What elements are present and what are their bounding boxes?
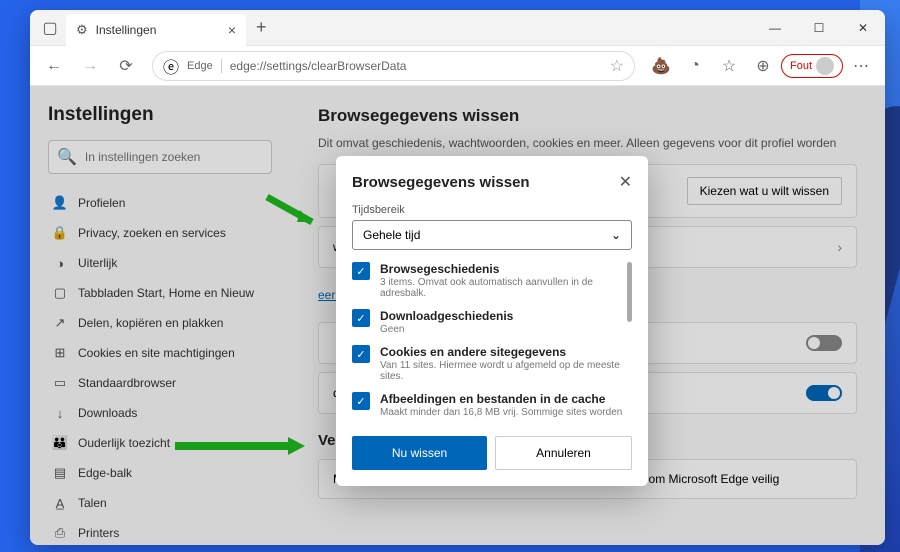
profile-label: Fout bbox=[790, 60, 812, 72]
checkbox-icon[interactable]: ✓ bbox=[352, 345, 370, 363]
check-browse-history[interactable]: ✓ Browsegeschiedenis3 items. Omvat ook a… bbox=[352, 262, 624, 299]
minimize-button[interactable]: — bbox=[753, 10, 797, 46]
time-range-select[interactable]: Gehele tijd ⌄ bbox=[352, 220, 632, 250]
reload-button[interactable]: ⟳ bbox=[110, 50, 142, 82]
check-cookies[interactable]: ✓ Cookies en andere sitegegevensVan 11 s… bbox=[352, 345, 624, 382]
chevron-down-icon: ⌄ bbox=[611, 228, 621, 242]
new-tab-button[interactable]: + bbox=[248, 17, 275, 38]
poop-icon[interactable]: 💩 bbox=[645, 50, 677, 82]
titlebar: ▢ ⚙ Instellingen × + — ☐ ✕ bbox=[30, 10, 885, 46]
back-button[interactable]: ← bbox=[38, 50, 70, 82]
check-cache[interactable]: ✓ Afbeeldingen en bestanden in de cacheM… bbox=[352, 392, 624, 418]
menu-button[interactable]: ⋯ bbox=[845, 50, 877, 82]
maximize-button[interactable]: ☐ bbox=[797, 10, 841, 46]
reader-icon[interactable]: ☆ bbox=[610, 56, 624, 76]
address-prefix: Edge bbox=[187, 60, 213, 72]
browser-tab[interactable]: ⚙ Instellingen × bbox=[66, 14, 246, 46]
collections-icon[interactable]: ⊕ bbox=[747, 50, 779, 82]
avatar-icon bbox=[816, 57, 834, 75]
edge-icon: ⓔ bbox=[163, 54, 179, 78]
address-bar[interactable]: ⓔ Edge edge://settings/clearBrowserData … bbox=[152, 51, 635, 81]
clear-data-dialog: Browsegegevens wissen ✕ Tijdsbereik Gehe… bbox=[336, 156, 648, 486]
extension-icon[interactable]: ◔ bbox=[679, 50, 711, 82]
range-value: Gehele tijd bbox=[363, 228, 420, 242]
profile-button[interactable]: Fout bbox=[781, 54, 843, 78]
browser-window: ▢ ⚙ Instellingen × + — ☐ ✕ ← → ⟳ ⓔ Edge … bbox=[30, 10, 885, 545]
clear-now-button[interactable]: Nu wissen bbox=[352, 436, 487, 470]
forward-button: → bbox=[74, 50, 106, 82]
check-download-history[interactable]: ✓ DownloadgeschiedenisGeen bbox=[352, 309, 624, 335]
checkbox-list: ✓ Browsegeschiedenis3 items. Omvat ook a… bbox=[352, 262, 632, 422]
close-window-button[interactable]: ✕ bbox=[841, 10, 885, 46]
checkbox-icon[interactable]: ✓ bbox=[352, 262, 370, 280]
cancel-button[interactable]: Annuleren bbox=[495, 436, 632, 470]
address-url: edge://settings/clearBrowserData bbox=[221, 59, 407, 73]
tab-title: Instellingen bbox=[96, 23, 157, 37]
close-tab-icon[interactable]: × bbox=[228, 22, 236, 38]
favorites-icon[interactable]: ☆ bbox=[713, 50, 745, 82]
dialog-title: Browsegegevens wissen bbox=[352, 174, 530, 191]
checkbox-icon[interactable]: ✓ bbox=[352, 309, 370, 327]
checkbox-icon[interactable]: ✓ bbox=[352, 392, 370, 410]
gear-icon: ⚙ bbox=[76, 22, 88, 38]
range-label: Tijdsbereik bbox=[352, 204, 632, 216]
dialog-close-button[interactable]: ✕ bbox=[619, 172, 632, 192]
scrollbar[interactable] bbox=[627, 262, 632, 322]
toolbar: ← → ⟳ ⓔ Edge edge://settings/clearBrowse… bbox=[30, 46, 885, 86]
tabs-menu-icon[interactable]: ▢ bbox=[36, 14, 64, 42]
